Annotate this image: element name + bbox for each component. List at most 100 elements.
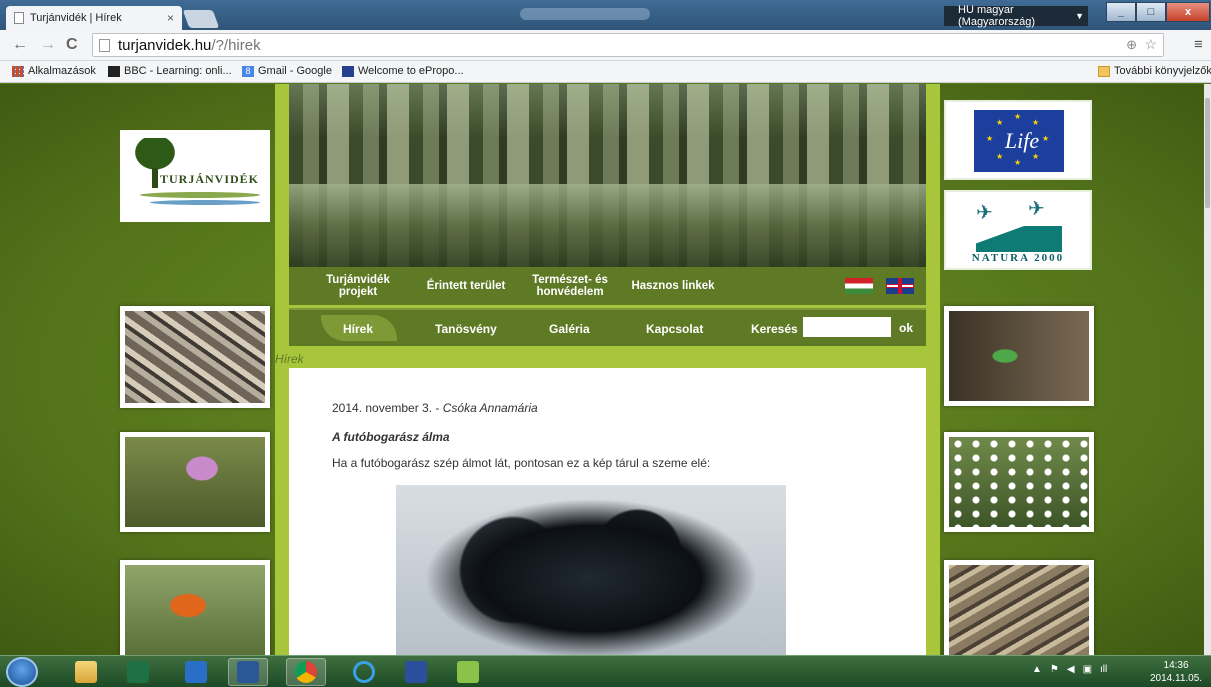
eu-flag-icon: ★ ★ ★ ★ ★ ★ ★ ★ Life	[974, 110, 1064, 172]
browser-tab[interactable]: Turjánvidék | Hírek ×	[6, 6, 182, 30]
flag-icon[interactable]: ⚑	[1050, 664, 1059, 675]
maximize-button[interactable]: □	[1136, 2, 1166, 22]
bookmarks-bar: Alkalmazások BBC - Learning: onli... 8 Gm…	[0, 61, 1211, 83]
tray-expand-icon[interactable]: ▲	[1032, 664, 1042, 675]
bookmark-label: További könyvjelzők	[1114, 65, 1211, 77]
post-image-beetles[interactable]	[396, 485, 786, 655]
photo-lizard[interactable]	[944, 306, 1094, 406]
volume-icon[interactable]: ◀	[1067, 664, 1075, 675]
search-label: Keresés	[751, 322, 798, 336]
scrollbar-thumb[interactable]	[1205, 98, 1210, 208]
banner-water	[289, 184, 926, 267]
lizard-image	[949, 311, 1089, 401]
search-ok-button[interactable]: ok	[899, 321, 913, 335]
excel-icon	[127, 661, 149, 683]
nav-turjanvidek-projekt[interactable]: Turjánvidék projekt	[323, 274, 393, 298]
start-button[interactable]	[6, 657, 38, 687]
main-column: Turjánvidék projekt Érintett terület Ter…	[275, 84, 940, 655]
post-body: Ha a futóbogarász szép álmot lát, pontos…	[332, 456, 711, 470]
header-banner	[289, 84, 926, 267]
natura-text: NATURA 2000	[971, 252, 1065, 264]
clock-date: 2014.11.05.	[1150, 673, 1203, 684]
bookmark-bbc[interactable]: BBC - Learning: onli...	[108, 65, 232, 77]
other-bookmarks[interactable]: További könyvjelzők	[1098, 65, 1211, 77]
reload-button[interactable]: C	[66, 36, 78, 54]
taskbar-internet-explorer[interactable]	[344, 658, 384, 686]
post-author: Csóka Annamária	[442, 401, 538, 415]
system-tray: ▲ ⚑ ◀ ▣ ıll	[1032, 664, 1107, 675]
post-separator: -	[432, 401, 443, 415]
page-viewport: TURJÁNVIDÉK ★ ★ ★ ★ ★ ★ ★ ★ Life ✈ ✈ NATURA 2…	[0, 84, 1204, 655]
save-disk-icon	[405, 661, 427, 683]
taskbar-word[interactable]	[228, 658, 268, 686]
bbc-icon	[108, 65, 120, 77]
nav-hasznos-linkek[interactable]: Hasznos linkek	[627, 280, 719, 292]
apps-grid-icon	[12, 65, 24, 77]
turjanvidek-logo[interactable]: TURJÁNVIDÉK	[120, 130, 270, 222]
browser-toolbar: ← → C turjanvidek.hu/?/hirek ⊕ ☆ ≡	[0, 30, 1211, 61]
butterfly-image	[125, 565, 265, 655]
forward-button[interactable]: →	[40, 36, 56, 54]
page-icon	[14, 12, 24, 24]
word-icon	[237, 661, 259, 683]
nav-hirek[interactable]: Hírek	[343, 322, 373, 336]
minimize-button[interactable]: _	[1106, 2, 1136, 22]
hill-shape	[976, 226, 1062, 252]
nav-tanosveny[interactable]: Tanösvény	[435, 322, 497, 336]
nav-erintett-terulet[interactable]: Érintett terület	[421, 280, 511, 292]
bookmark-label: Welcome to ePropo...	[358, 65, 464, 77]
taskbar-file-explorer[interactable]	[66, 658, 106, 686]
bookmark-epropo[interactable]: Welcome to ePropo...	[342, 65, 464, 77]
chrome-menu-button[interactable]: ≡	[1194, 36, 1203, 53]
windows-taskbar: ▲ ⚑ ◀ ▣ ıll 14:36 2014.11.05.	[0, 655, 1211, 687]
media-player-icon	[185, 661, 207, 683]
signal-icon[interactable]: ıll	[1100, 664, 1107, 675]
uk-flag-icon[interactable]	[886, 278, 914, 294]
primary-nav: Turjánvidék projekt Érintett terület Ter…	[289, 267, 926, 305]
new-tab-button[interactable]	[182, 10, 220, 28]
breadcrumb: Hírek	[275, 352, 304, 366]
url-host: turjanvidek.hu	[118, 36, 212, 54]
page-icon	[99, 38, 110, 52]
photo-butterfly[interactable]	[120, 560, 270, 655]
taskbar-qgis[interactable]	[448, 658, 488, 686]
photo-daisies[interactable]	[944, 432, 1094, 532]
taskbar-chrome[interactable]	[286, 658, 326, 686]
life-logo[interactable]: ★ ★ ★ ★ ★ ★ ★ ★ Life	[944, 100, 1092, 180]
nav-galeria[interactable]: Galéria	[549, 322, 590, 336]
browser-titlebar: Turjánvidék | Hírek × HU magyar (Magyaro…	[0, 0, 1211, 30]
photo-viper[interactable]	[944, 560, 1094, 655]
taskbar-excel[interactable]	[118, 658, 158, 686]
nav-termeszet-honvedelem[interactable]: Természet- és honvédelem	[527, 274, 613, 298]
address-bar[interactable]: turjanvidek.hu/?/hirek ⊕ ☆	[92, 33, 1164, 57]
page-scrollbar[interactable]	[1204, 84, 1211, 655]
hungarian-flag-icon[interactable]	[845, 278, 873, 294]
chrome-icon	[295, 661, 317, 683]
language-indicator[interactable]: HU magyar (Magyarország) ▼	[944, 4, 1088, 28]
epropo-icon	[342, 65, 354, 77]
search-input[interactable]	[803, 317, 891, 337]
logo-text: TURJÁNVIDÉK	[160, 172, 260, 186]
tree-trunk	[152, 168, 158, 188]
snake-image	[125, 311, 265, 403]
photo-snake[interactable]	[120, 306, 270, 408]
tab-close-icon[interactable]: ×	[167, 11, 174, 25]
window-title-blur	[520, 8, 650, 20]
close-window-button[interactable]: x	[1166, 2, 1210, 22]
bookmark-apps[interactable]: Alkalmazások	[12, 65, 96, 77]
zoom-icon[interactable]: ⊕	[1126, 37, 1137, 53]
photo-crocus[interactable]	[120, 432, 270, 532]
taskbar-save[interactable]	[396, 658, 436, 686]
natura-2000-logo[interactable]: ✈ ✈ NATURA 2000	[944, 190, 1092, 270]
nav-kapcsolat[interactable]: Kapcsolat	[646, 322, 703, 336]
folder-icon	[1098, 65, 1110, 77]
back-button[interactable]: ←	[12, 36, 28, 54]
taskbar-media-player[interactable]	[176, 658, 216, 686]
taskbar-clock[interactable]: 14:36 2014.11.05.	[1150, 659, 1202, 685]
life-text: Life	[1004, 128, 1040, 153]
bookmark-gmail[interactable]: 8 Gmail - Google	[242, 65, 332, 77]
network-icon[interactable]: ▣	[1083, 664, 1092, 675]
bird-icon: ✈	[1028, 198, 1045, 220]
bookmark-star-icon[interactable]: ☆	[1144, 36, 1157, 53]
nav-label: projekt	[338, 286, 378, 298]
